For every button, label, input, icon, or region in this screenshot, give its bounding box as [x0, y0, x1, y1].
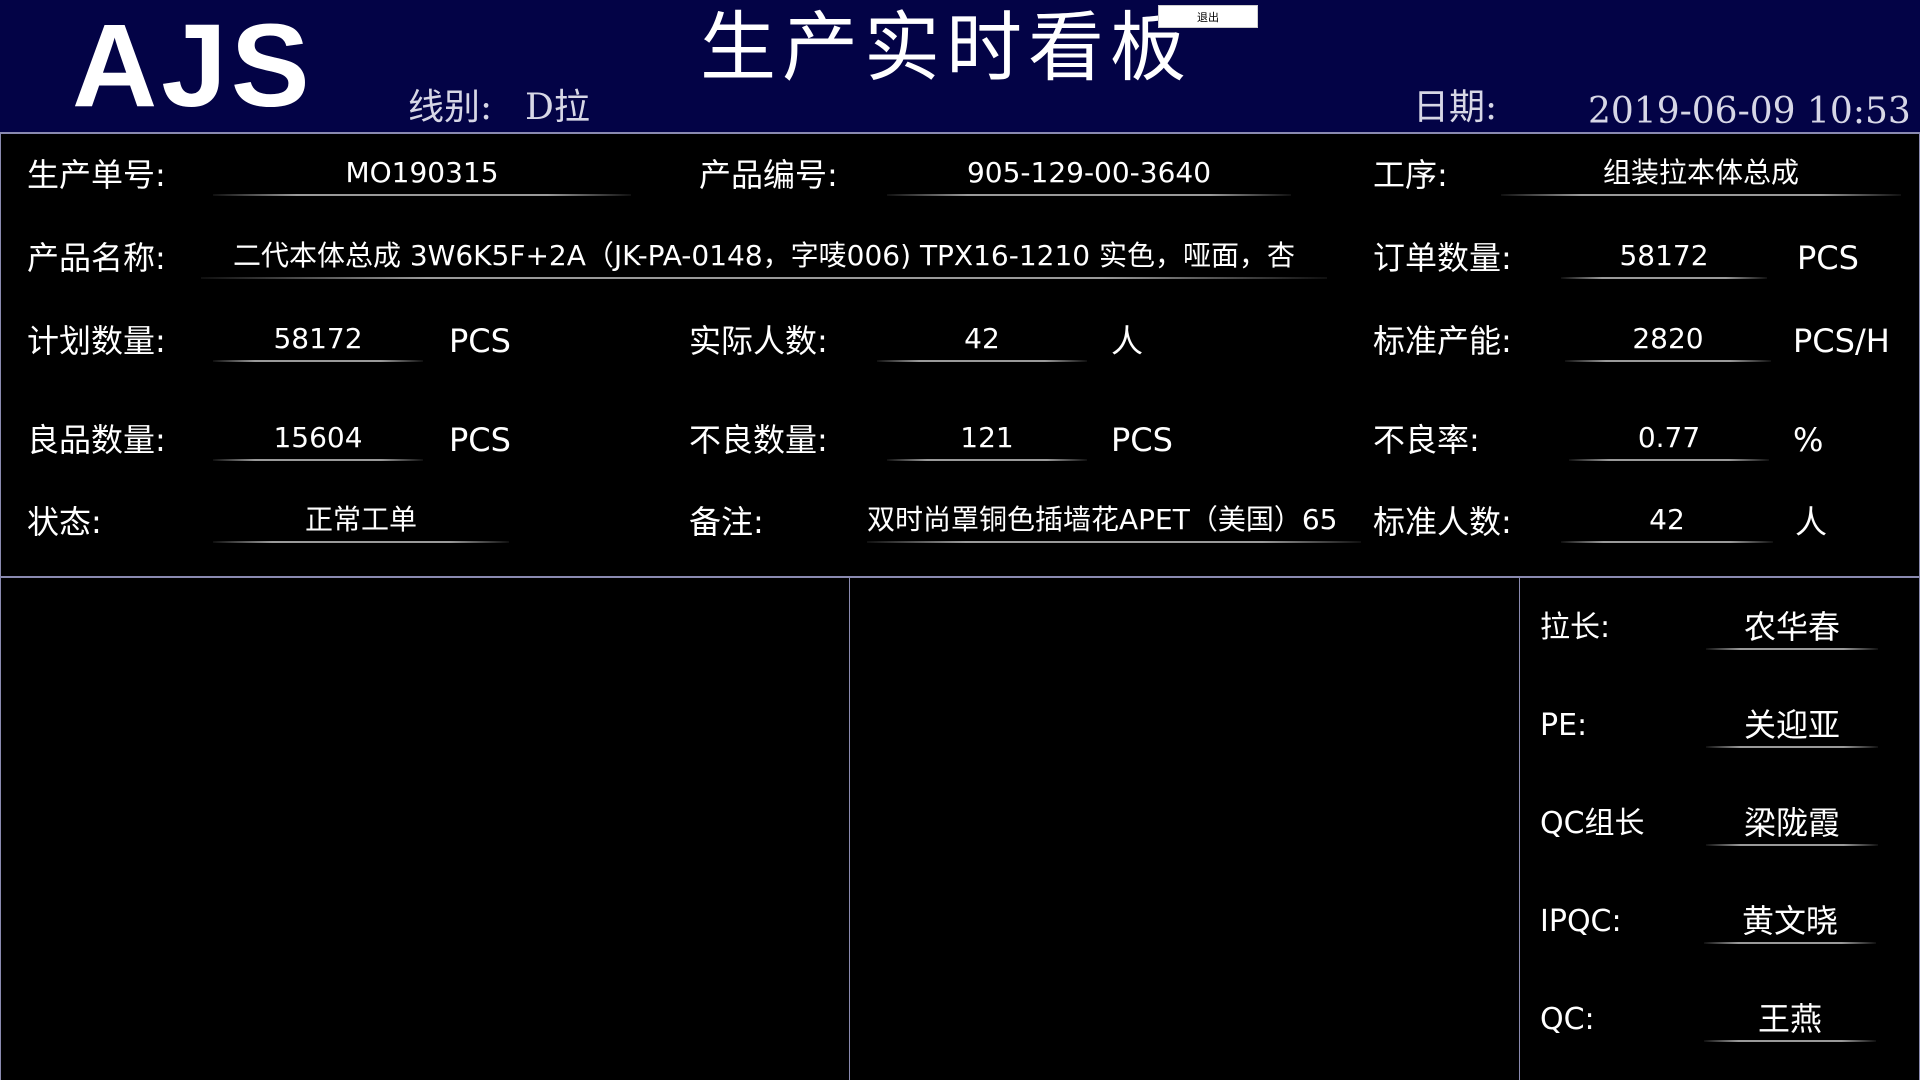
actual-staff-label: 实际人数: [689, 322, 828, 360]
staff-panel: 拉长: 农华春 PE: 关迎亚 QC组长 梁陇霞 IPQC: 黄文晓 QC: 王… [1519, 578, 1920, 1080]
product-code-value: 905-129-00-3640 [887, 152, 1291, 196]
plan-qty-value: 58172 [213, 318, 423, 362]
staff-value-qc-leader: 梁陇霞 [1706, 802, 1878, 846]
std-capacity-label: 标准产能: [1373, 322, 1512, 360]
plan-qty-label: 计划数量: [27, 322, 166, 360]
actual-staff-value: 42 [877, 318, 1087, 362]
staff-label-line-leader: 拉长: [1540, 610, 1611, 645]
production-dashboard: AJS 生产实时看板 退出 线别: D拉 日期: 2019-06-09 10:5… [0, 0, 1920, 1080]
order-no-label: 生产单号: [27, 156, 166, 194]
staff-value-ipqc: 黄文晓 [1704, 900, 1876, 944]
std-capacity-unit: PCS/H [1793, 322, 1890, 360]
staff-label-pe: PE: [1540, 708, 1588, 743]
order-qty-value: 58172 [1561, 235, 1767, 279]
good-qty-value: 15604 [213, 417, 423, 461]
status-label: 状态: [27, 503, 102, 541]
chart-panel-left [0, 578, 849, 1080]
product-name-value: 二代本体总成 3W6K5F+2A（JK-PA-0148，字唛006) TPX16… [201, 235, 1327, 279]
good-qty-label: 良品数量: [27, 421, 166, 459]
std-staff-unit: 人 [1795, 503, 1828, 541]
process-label: 工序: [1373, 156, 1448, 194]
staff-value-line-leader: 农华春 [1706, 606, 1878, 650]
std-staff-label: 标准人数: [1373, 503, 1512, 541]
remark-label: 备注: [689, 503, 764, 541]
std-capacity-value: 2820 [1565, 318, 1771, 362]
staff-label-qc: QC: [1540, 1002, 1595, 1037]
order-qty-label: 订单数量: [1373, 239, 1512, 277]
plan-qty-unit: PCS [449, 322, 511, 360]
defect-qty-value: 121 [887, 417, 1087, 461]
product-code-label: 产品编号: [699, 156, 838, 194]
status-value: 正常工单 [213, 499, 509, 543]
order-no-value: MO190315 [213, 152, 631, 196]
chart-panel-middle [849, 578, 1519, 1080]
product-name-label: 产品名称: [27, 239, 166, 277]
remark-value: 双时尚罩铜色插墙花APET（美国）65 [867, 499, 1361, 543]
staff-label-ipqc: IPQC: [1540, 904, 1622, 939]
defect-qty-label: 不良数量: [689, 421, 828, 459]
good-qty-unit: PCS [449, 421, 511, 459]
logout-button[interactable]: 退出 [1158, 5, 1258, 28]
line-label: 线别: [408, 87, 493, 128]
defect-qty-unit: PCS [1111, 421, 1173, 459]
company-logo: AJS [72, 0, 314, 132]
staff-value-pe: 关迎亚 [1706, 704, 1878, 748]
order-info-panel: 生产单号: MO190315 产品编号: 905-129-00-3640 工序:… [0, 134, 1920, 578]
std-staff-value: 42 [1561, 499, 1773, 543]
staff-label-qc-leader: QC组长 [1540, 806, 1645, 841]
defect-rate-label: 不良率: [1373, 421, 1480, 459]
header-bar: AJS 生产实时看板 退出 线别: D拉 日期: 2019-06-09 10:5… [0, 0, 1920, 134]
process-value: 组装拉本体总成 [1501, 152, 1901, 196]
date-label: 日期: [1413, 87, 1498, 128]
datetime-value: 2019-06-09 10:53 [1588, 91, 1911, 132]
page-title: 生产实时看板 [700, 3, 1192, 92]
staff-value-qc: 王燕 [1704, 998, 1876, 1042]
order-qty-unit: PCS [1797, 239, 1859, 277]
defect-rate-value: 0.77 [1569, 417, 1769, 461]
actual-staff-unit: 人 [1111, 322, 1144, 360]
defect-rate-unit: % [1793, 421, 1824, 459]
line-value: D拉 [525, 87, 590, 128]
